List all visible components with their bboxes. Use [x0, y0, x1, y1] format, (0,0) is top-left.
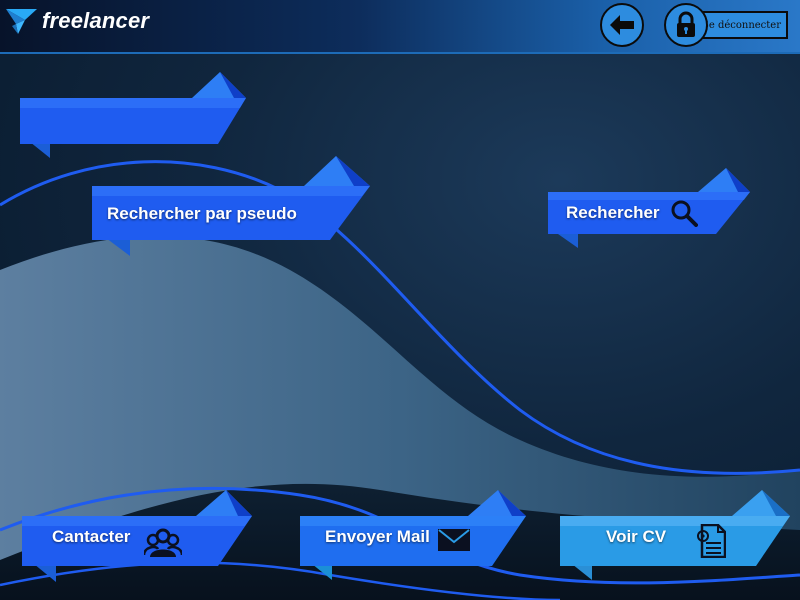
send-mail-label: Envoyer Mail [325, 527, 430, 546]
search-button[interactable]: Rechercher [548, 168, 752, 248]
contact-button[interactable]: Cantacter [22, 490, 254, 582]
contact-label: Cantacter [52, 527, 131, 546]
back-button[interactable] [600, 3, 644, 47]
search-label: Rechercher [566, 203, 660, 222]
arrow-left-icon [610, 15, 634, 35]
lock-button[interactable] [664, 3, 708, 47]
bird-logo-icon [6, 9, 37, 34]
ribbon-shape [20, 72, 246, 158]
send-mail-button[interactable]: Envoyer Mail [300, 490, 528, 580]
search-by-pseudo-button[interactable]: Rechercher par pseudo [92, 156, 374, 256]
logout-label[interactable]: Se déconnecter [700, 11, 788, 39]
lock-icon [677, 11, 695, 37]
document-icon [697, 524, 727, 558]
search-by-pseudo-label: Rechercher par pseudo [107, 204, 297, 223]
mail-icon [437, 529, 470, 551]
app-window: freelancer Se déconnecter Rechercher par… [0, 0, 800, 600]
search-icon [671, 200, 698, 227]
logout-button[interactable]: Se déconnecter [664, 3, 796, 47]
view-cv-button[interactable]: Voir CV [560, 490, 792, 580]
logo-text: freelancer [42, 8, 150, 33]
freelancer-logo: freelancer [4, 6, 149, 36]
view-cv-label: Voir CV [606, 527, 667, 546]
header-bar: freelancer Se déconnecter [0, 0, 800, 54]
title-ribbon [20, 72, 248, 160]
contacts-icon [144, 528, 183, 557]
